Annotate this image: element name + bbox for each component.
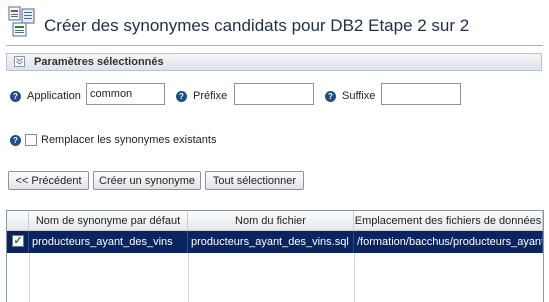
table-row-synonym[interactable]: producteurs_ayant_des_vins [29,231,188,253]
prefix-input[interactable] [234,83,314,105]
table-header-file[interactable]: Nom du fichier [188,211,354,231]
select-all-button[interactable]: Tout sélectionner [205,171,304,190]
application-label: Application [27,90,81,102]
application-input[interactable] [86,83,165,105]
title-divider [6,45,543,46]
synonym-wizard-icon [8,6,40,38]
section-title: Paramètres sélectionnés [34,56,164,68]
table-row-file[interactable]: producteurs_ayant_des_vins.sql [188,231,354,253]
table-header-location[interactable]: Emplacement des fichiers de données [354,211,543,231]
replace-synonyms-checkbox[interactable] [25,134,37,146]
suffix-label: Suffixe [342,90,376,102]
replace-synonyms-label: Remplacer les synonymes existants [41,134,217,146]
page-title: Créer des synonymes candidats pour DB2 E… [44,16,470,35]
create-synonym-button[interactable]: Créer un synonyme [93,171,201,190]
help-icon[interactable]: ? [325,91,336,102]
suffix-input[interactable] [381,83,461,105]
help-icon[interactable]: ? [176,91,187,102]
table-header-select[interactable] [7,211,29,231]
chevron-down-icon[interactable] [14,56,25,67]
previous-button[interactable]: << Précédent [8,171,89,190]
help-icon[interactable]: ? [10,135,21,146]
prefix-label: Préfixe [193,90,228,102]
column-divider [29,253,30,302]
column-divider [354,253,355,302]
table-row-location[interactable]: /formation/bacchus/producteurs_ayant_des… [354,231,543,253]
column-divider [188,253,189,302]
table-header-synonym[interactable]: Nom de synonyme par défaut [29,211,188,231]
help-icon[interactable]: ? [10,91,21,102]
row-checkbox[interactable]: ✓ [12,235,24,247]
